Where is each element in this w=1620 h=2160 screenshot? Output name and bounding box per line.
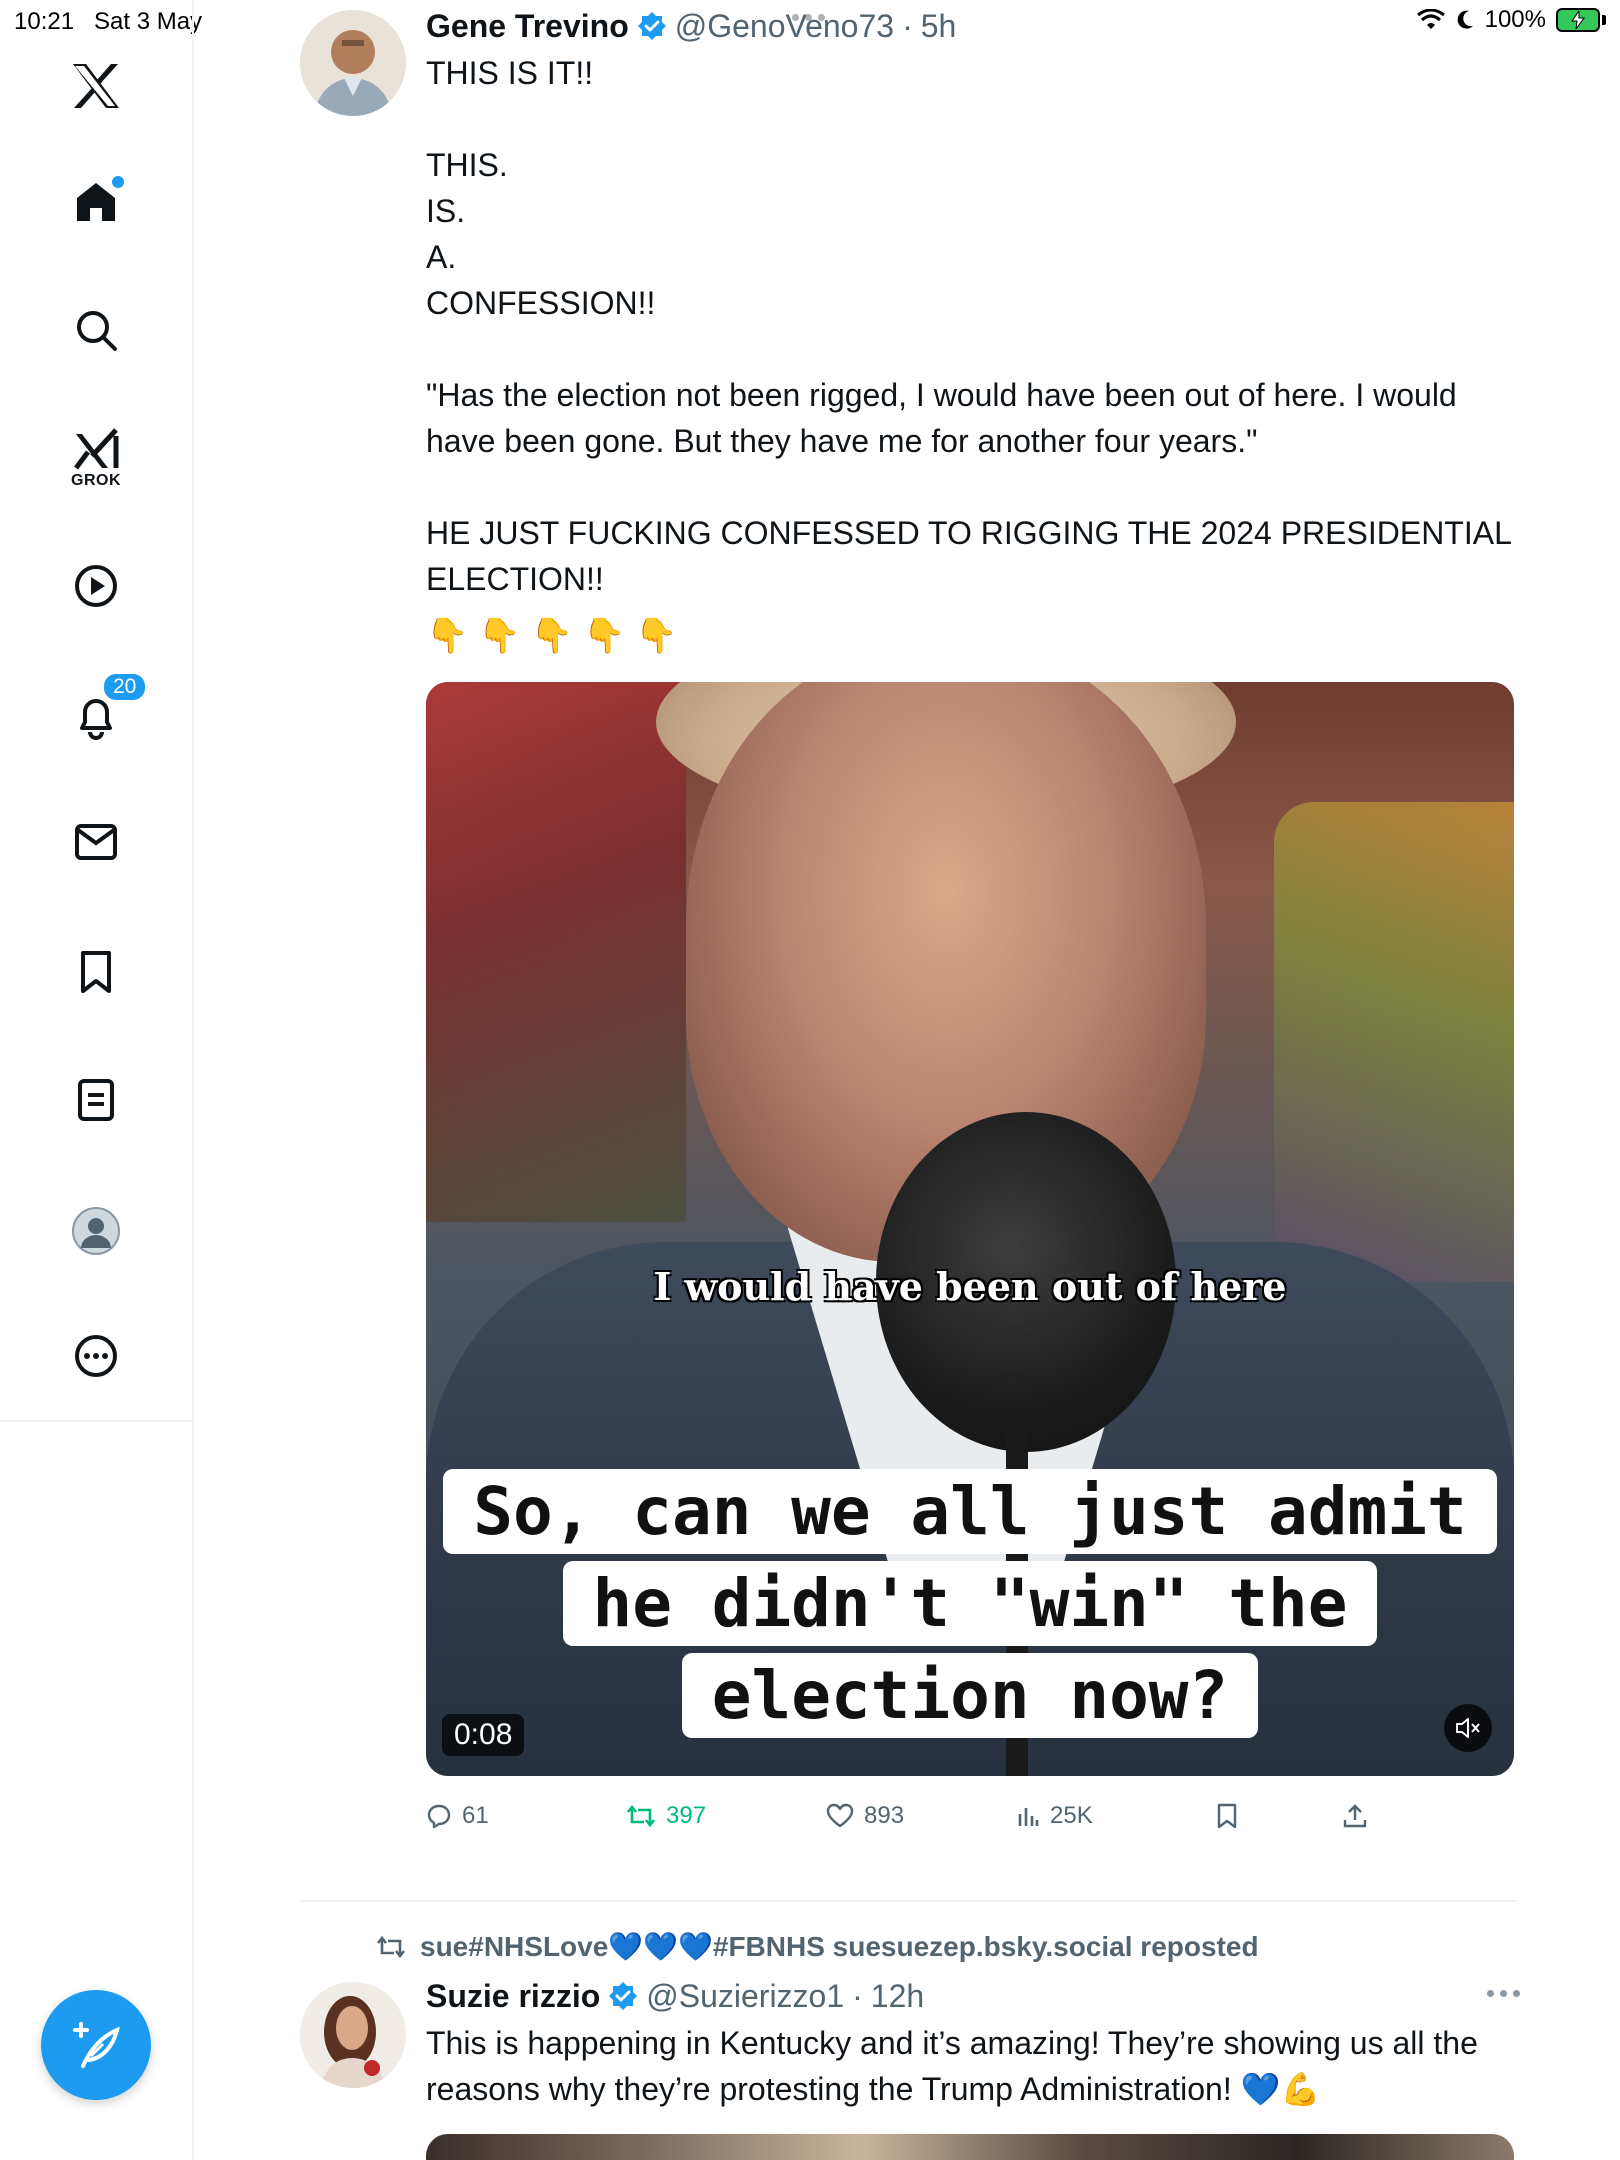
timeline-feed: Gene Trevino @GenoVeno73 · 5h THIS IS IT… <box>196 0 1620 2160</box>
avatar-suzie-rizzio[interactable] <box>300 1982 406 2088</box>
bookmark-button[interactable] <box>1216 1803 1342 1829</box>
repost-context-icon <box>376 1935 406 1958</box>
header-separator: · <box>902 7 913 44</box>
sidebar-divider <box>0 1420 192 1422</box>
grok-label: GROK <box>71 472 121 489</box>
verified-badge-icon <box>637 12 666 40</box>
video-duration: 0:08 <box>442 1714 525 1756</box>
profile-avatar-icon[interactable] <box>71 1206 121 1256</box>
video-subtitle: I would have been out of here <box>653 1264 1287 1309</box>
video-background-flag <box>426 682 686 1222</box>
author-handle[interactable]: @GenoVeno73 <box>675 8 894 45</box>
tweet-header: Gene Trevino @GenoVeno73 · 5h <box>426 4 1516 48</box>
author-name[interactable]: Suzie rizzio <box>426 1978 600 2015</box>
tweet-separator <box>300 1900 1518 1902</box>
more-options-icon[interactable] <box>74 1334 118 1378</box>
home-icon[interactable] <box>74 176 124 224</box>
tweet-video[interactable]: I would have been out of here So, can we… <box>426 682 1514 1776</box>
analytics-bars-icon <box>1018 1808 1039 1826</box>
grok-icon[interactable]: GROK <box>56 428 136 498</box>
author-name[interactable]: Gene Trevino <box>426 8 629 45</box>
home-unread-dot <box>112 176 124 188</box>
reply-icon <box>427 1804 451 1829</box>
share-button[interactable] <box>1342 1803 1402 1829</box>
reply-count: 61 <box>462 1802 489 1829</box>
video-overlay-caption-text: So, can we all just admit he didn't "win… <box>443 1469 1497 1738</box>
tweet-suzie-rizzio[interactable]: Suzie rizzio @Suzierizzo1 · 12h This is … <box>426 1974 1516 2112</box>
avatar-gene-trevino[interactable] <box>300 10 406 116</box>
post-time[interactable]: 5h <box>921 8 957 45</box>
mute-toggle-button[interactable] <box>1444 1704 1492 1752</box>
bookmarks-icon[interactable] <box>76 950 116 994</box>
lists-icon[interactable] <box>76 1078 116 1122</box>
messages-mail-icon[interactable] <box>74 822 118 862</box>
video-background-flag-right <box>1274 802 1514 1282</box>
reply-button[interactable]: 61 <box>426 1802 626 1830</box>
video-overlay-caption: So, can we all just admit he didn't "win… <box>426 1466 1514 1742</box>
like-count: 893 <box>864 1802 905 1829</box>
tweet-actions: 61 397 893 25K <box>426 1796 1426 1836</box>
tweet-gene-trevino[interactable]: Gene Trevino @GenoVeno73 · 5h THIS IS IT… <box>426 4 1516 1836</box>
compose-feather-icon <box>73 2022 120 2068</box>
views-button[interactable]: 25K <box>1016 1802 1216 1830</box>
view-count: 25K <box>1050 1802 1093 1829</box>
tweet-text: This is happening in Kentucky and it’s a… <box>426 2025 1487 2107</box>
repost-icon <box>626 1804 656 1828</box>
heart-icon <box>826 1803 854 1828</box>
like-button[interactable]: 893 <box>826 1802 1016 1830</box>
compose-post-button[interactable] <box>41 1990 151 2100</box>
tweet-emojis: 👇👇👇👇👇 <box>426 617 688 655</box>
tweet-media-preview[interactable] <box>426 2134 1514 2160</box>
speaker-muted-icon <box>1456 1718 1480 1738</box>
repost-count: 397 <box>666 1802 707 1829</box>
author-handle[interactable]: @Suzierizzo1 <box>646 1978 844 2015</box>
x-logo-icon[interactable] <box>71 62 121 110</box>
search-icon[interactable] <box>74 308 118 352</box>
repost-button[interactable]: 397 <box>626 1802 826 1830</box>
header-separator: · <box>852 1977 863 2014</box>
sidebar: GROK 20 <box>0 0 194 2160</box>
tweet-header: Suzie rizzio @Suzierizzo1 · 12h <box>426 1974 1516 2018</box>
video-play-icon[interactable] <box>74 564 118 608</box>
tweet-more-options-icon[interactable] <box>1487 1990 1520 1997</box>
notifications-bell-icon[interactable]: 20 <box>74 672 148 740</box>
bookmark-icon <box>1217 1803 1237 1829</box>
notifications-badge: 20 <box>102 672 148 702</box>
tweet-text: THIS IS IT!! THIS. IS. A. CONFESSION!! "… <box>426 55 1511 597</box>
share-icon <box>1343 1804 1367 1828</box>
post-time[interactable]: 12h <box>871 1978 924 2015</box>
repost-context-text: sue#NHSLove💙💙💙#FBNHS suesuezep.bsky.soci… <box>420 1931 1259 1962</box>
repost-context[interactable]: sue#NHSLove💙💙💙#FBNHS suesuezep.bsky.soci… <box>376 1930 1259 1963</box>
verified-badge-icon <box>609 1982 638 2010</box>
